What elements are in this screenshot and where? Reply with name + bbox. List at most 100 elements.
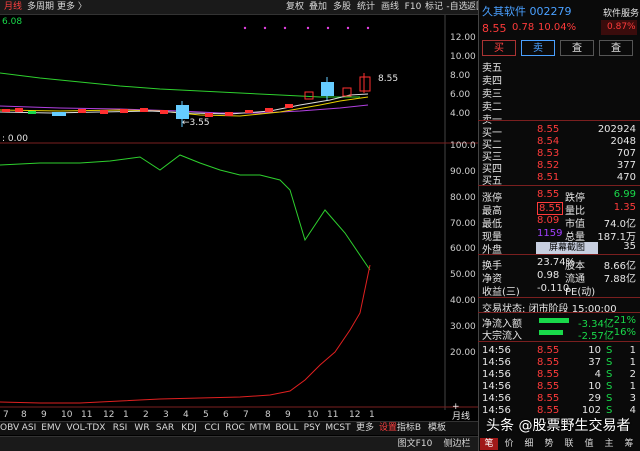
x-tick: 8	[265, 410, 271, 420]
buy-level-price: 8.55	[537, 124, 560, 135]
buy-button[interactable]: 买	[482, 40, 516, 56]
sector-pct: 0.87%	[607, 22, 636, 32]
flow-pct: -21%	[610, 315, 636, 326]
stat-value-2: 35	[623, 241, 636, 252]
search-icon-2: 査	[611, 43, 621, 54]
x-tick: 11	[81, 410, 93, 420]
period-button[interactable]: 月线	[4, 1, 22, 14]
template-tab[interactable]: 模板	[426, 422, 448, 434]
indicator-tab-obv[interactable]: OBV	[0, 422, 19, 434]
status-value: 闭市阶段 15:00:00	[528, 304, 617, 315]
toolbar-button-5[interactable]: F10	[402, 1, 424, 14]
toolbar-button-6[interactable]: 标记	[423, 1, 445, 14]
price-tick: 12.00	[450, 33, 476, 43]
stat-value: 8.55	[537, 189, 560, 200]
flow-bar	[539, 318, 569, 323]
indicator-tab-cci[interactable]: CCI	[202, 422, 222, 434]
search-icon: 査	[572, 43, 582, 54]
signal-dots	[243, 26, 370, 30]
x-tick: 10	[307, 410, 319, 420]
x-tick: 8	[21, 410, 27, 420]
quote-tab-1[interactable]: 价	[500, 438, 518, 450]
stat-value-2: 6.99	[613, 189, 636, 200]
sidebar-button[interactable]: 侧边栏	[437, 438, 477, 450]
flow-value: -2.57亿	[578, 331, 614, 342]
quote-tab-0[interactable]: 笔	[480, 438, 498, 450]
indicator-b-tab[interactable]: 指标B	[394, 422, 424, 434]
query-button[interactable]: 査	[560, 40, 594, 56]
indicator-tab-vol-tdx[interactable]: VOL-TDX	[64, 422, 108, 434]
fund-label-2: PE(动)	[565, 287, 596, 298]
indicator-tick: 50.00	[450, 270, 476, 280]
indicator-tick: 30.00	[450, 322, 476, 332]
f10-button[interactable]: 图文F10	[395, 438, 435, 450]
indicator-tab-boll[interactable]: BOLL	[274, 422, 300, 434]
toolbar-button-3[interactable]: 统计	[355, 1, 377, 14]
quote-tab-3[interactable]: 势	[540, 438, 558, 450]
indicator-tab-kdj[interactable]: KDJ	[178, 422, 200, 434]
multi-period-button[interactable]: 多周期	[27, 1, 54, 14]
quote-tab-6[interactable]: 主	[600, 438, 618, 450]
low-label: ←3.55	[182, 118, 210, 128]
stock-code: 002279	[529, 5, 572, 18]
x-tick: 7	[3, 410, 9, 420]
buy-level-volume: 2048	[610, 136, 636, 147]
x-tick: 1	[369, 410, 375, 420]
fund-label: 收益(三)	[482, 287, 520, 298]
x-tick: 12	[349, 410, 361, 420]
indicator-tab-mtm[interactable]: MTM	[248, 422, 272, 434]
tick-side: S	[606, 381, 613, 392]
tick-price: 8.55	[537, 369, 560, 380]
screenshot-button[interactable]: 屏幕截图	[536, 242, 598, 254]
x-tick: 10	[61, 410, 73, 420]
indicator-tab-asi[interactable]: ASI	[20, 422, 38, 434]
low-label-value: 3.55	[189, 118, 210, 128]
x-tick: 1	[123, 410, 129, 420]
toolbar-button-1[interactable]: 叠加	[307, 1, 329, 14]
chart-area[interactable]	[0, 15, 478, 422]
indicator-tab-emv[interactable]: EMV	[40, 422, 62, 434]
tick-time: 14:56	[482, 357, 511, 368]
sector-name[interactable]: 软件服务	[603, 6, 639, 19]
chevron-right-icon: 〉	[77, 2, 87, 12]
x-tick: 5	[203, 410, 209, 420]
tick-side: S	[606, 357, 613, 368]
query-button-2[interactable]: 査	[599, 40, 633, 56]
indicator-tab-roc[interactable]: ROC	[224, 422, 246, 434]
x-tick: 3	[163, 410, 169, 420]
indicator-tab-psy[interactable]: PSY	[302, 422, 322, 434]
flow-pct: -16%	[610, 327, 636, 338]
quote-tab-4[interactable]: 联	[560, 438, 578, 450]
stock-price: 8.55	[482, 22, 507, 35]
indicator-tab-sar[interactable]: SAR	[154, 422, 176, 434]
indicator-tab-mcst[interactable]: MCST	[324, 422, 352, 434]
x-tick: 2	[143, 410, 149, 420]
sell-button[interactable]: 卖	[521, 40, 555, 56]
stat-value-2: 1.35	[613, 202, 636, 213]
divider-3	[478, 254, 640, 255]
buy-level-price: 8.54	[537, 136, 560, 147]
quote-tab-7[interactable]: 筹	[620, 438, 638, 450]
indicator-tab-rsi[interactable]: RSI	[110, 422, 130, 434]
tick-volume: 10	[588, 381, 601, 392]
toolbar-button-4[interactable]: 画线	[379, 1, 401, 14]
indicator-tick: 70.00	[450, 219, 476, 229]
toolbar-button-2[interactable]: 多股	[331, 1, 353, 14]
stat-value: 8.09	[537, 215, 560, 226]
stock-title: 久其软件 002279	[482, 3, 572, 19]
more-button[interactable]: 更多 〉	[57, 1, 87, 14]
buy-level-price: 8.52	[537, 160, 560, 171]
buy-level-volume: 377	[616, 160, 636, 171]
quote-tab-5[interactable]: 值	[580, 438, 598, 450]
indicator-tab-wr[interactable]: WR	[132, 422, 152, 434]
x-tick: 4	[183, 410, 189, 420]
buy-level-volume: 202924	[597, 124, 636, 135]
quote-tab-2[interactable]: 细	[520, 438, 538, 450]
toolbar-button-0[interactable]: 复权	[284, 1, 306, 14]
tick-price: 8.55	[537, 393, 560, 404]
tick-extra: 1	[629, 357, 636, 368]
tick-volume: 29	[588, 393, 601, 404]
divider-6	[478, 341, 640, 342]
stat-label-2: 总量	[565, 232, 585, 243]
indicator-tab-更多[interactable]: 更多	[354, 422, 376, 434]
